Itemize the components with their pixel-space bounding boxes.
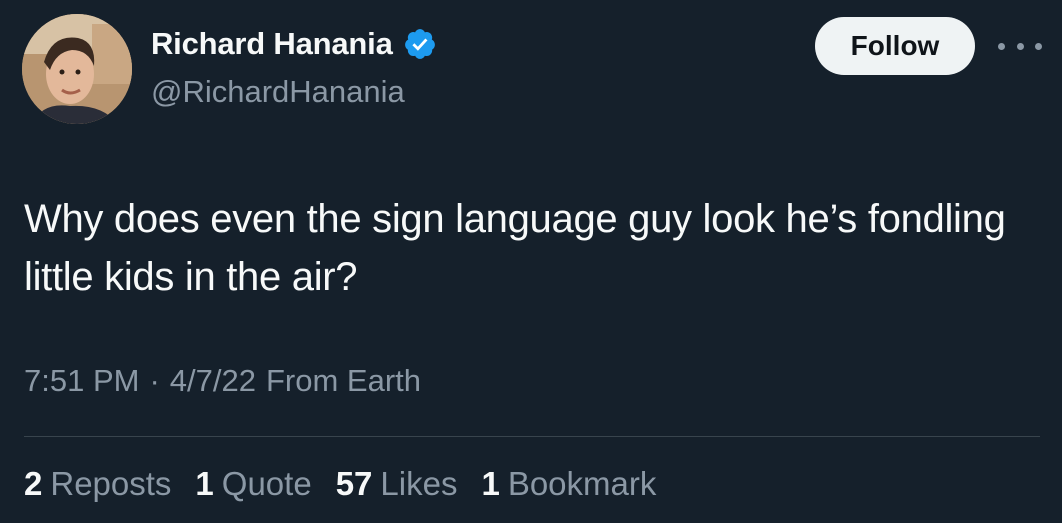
quotes-stat[interactable]: 1 Quote [195,465,311,503]
reposts-count: 2 [24,465,43,502]
meta-separator: · [149,363,160,398]
tweet-time[interactable]: 7:51 PM [24,363,139,399]
reposts-stat[interactable]: 2 Reposts [24,465,171,503]
tweet-card: Richard Hanania @RichardHanania Follow W… [0,0,1062,523]
author-display-name[interactable]: Richard Hanania [151,26,393,62]
tweet-date[interactable]: 4/7/22 [170,363,256,399]
more-options-icon[interactable] [998,38,1042,54]
follow-button[interactable]: Follow [815,17,975,75]
author-name-row: Richard Hanania [151,26,437,62]
more-dot [998,42,1005,50]
divider [24,436,1040,437]
tweet-source: From Earth [265,363,422,398]
engagement-stats: 2 Reposts 1 Quote 57 Likes 1 Bookmark [24,465,656,503]
bookmarks-label: Bookmark [507,465,657,502]
profile-photo-icon [22,14,132,124]
tweet-text: Why does even the sign language guy look… [24,197,1006,299]
reposts-label: Reposts [50,465,172,502]
bookmarks-stat[interactable]: 1 Bookmark [481,465,656,503]
more-dot [1035,42,1042,50]
likes-label: Likes [380,465,458,502]
quotes-label: Quote [221,465,312,502]
tweet-meta: 7:51 PM · 4/7/22 From Earth [24,363,421,399]
likes-stat[interactable]: 57 Likes [336,465,458,503]
quotes-count: 1 [195,465,214,502]
more-dot [1016,42,1024,50]
likes-count: 57 [335,465,373,502]
bookmarks-count: 1 [481,465,500,502]
author-handle[interactable]: @RichardHanania [151,74,405,110]
verified-badge-icon[interactable] [403,27,437,61]
avatar[interactable] [22,14,132,124]
